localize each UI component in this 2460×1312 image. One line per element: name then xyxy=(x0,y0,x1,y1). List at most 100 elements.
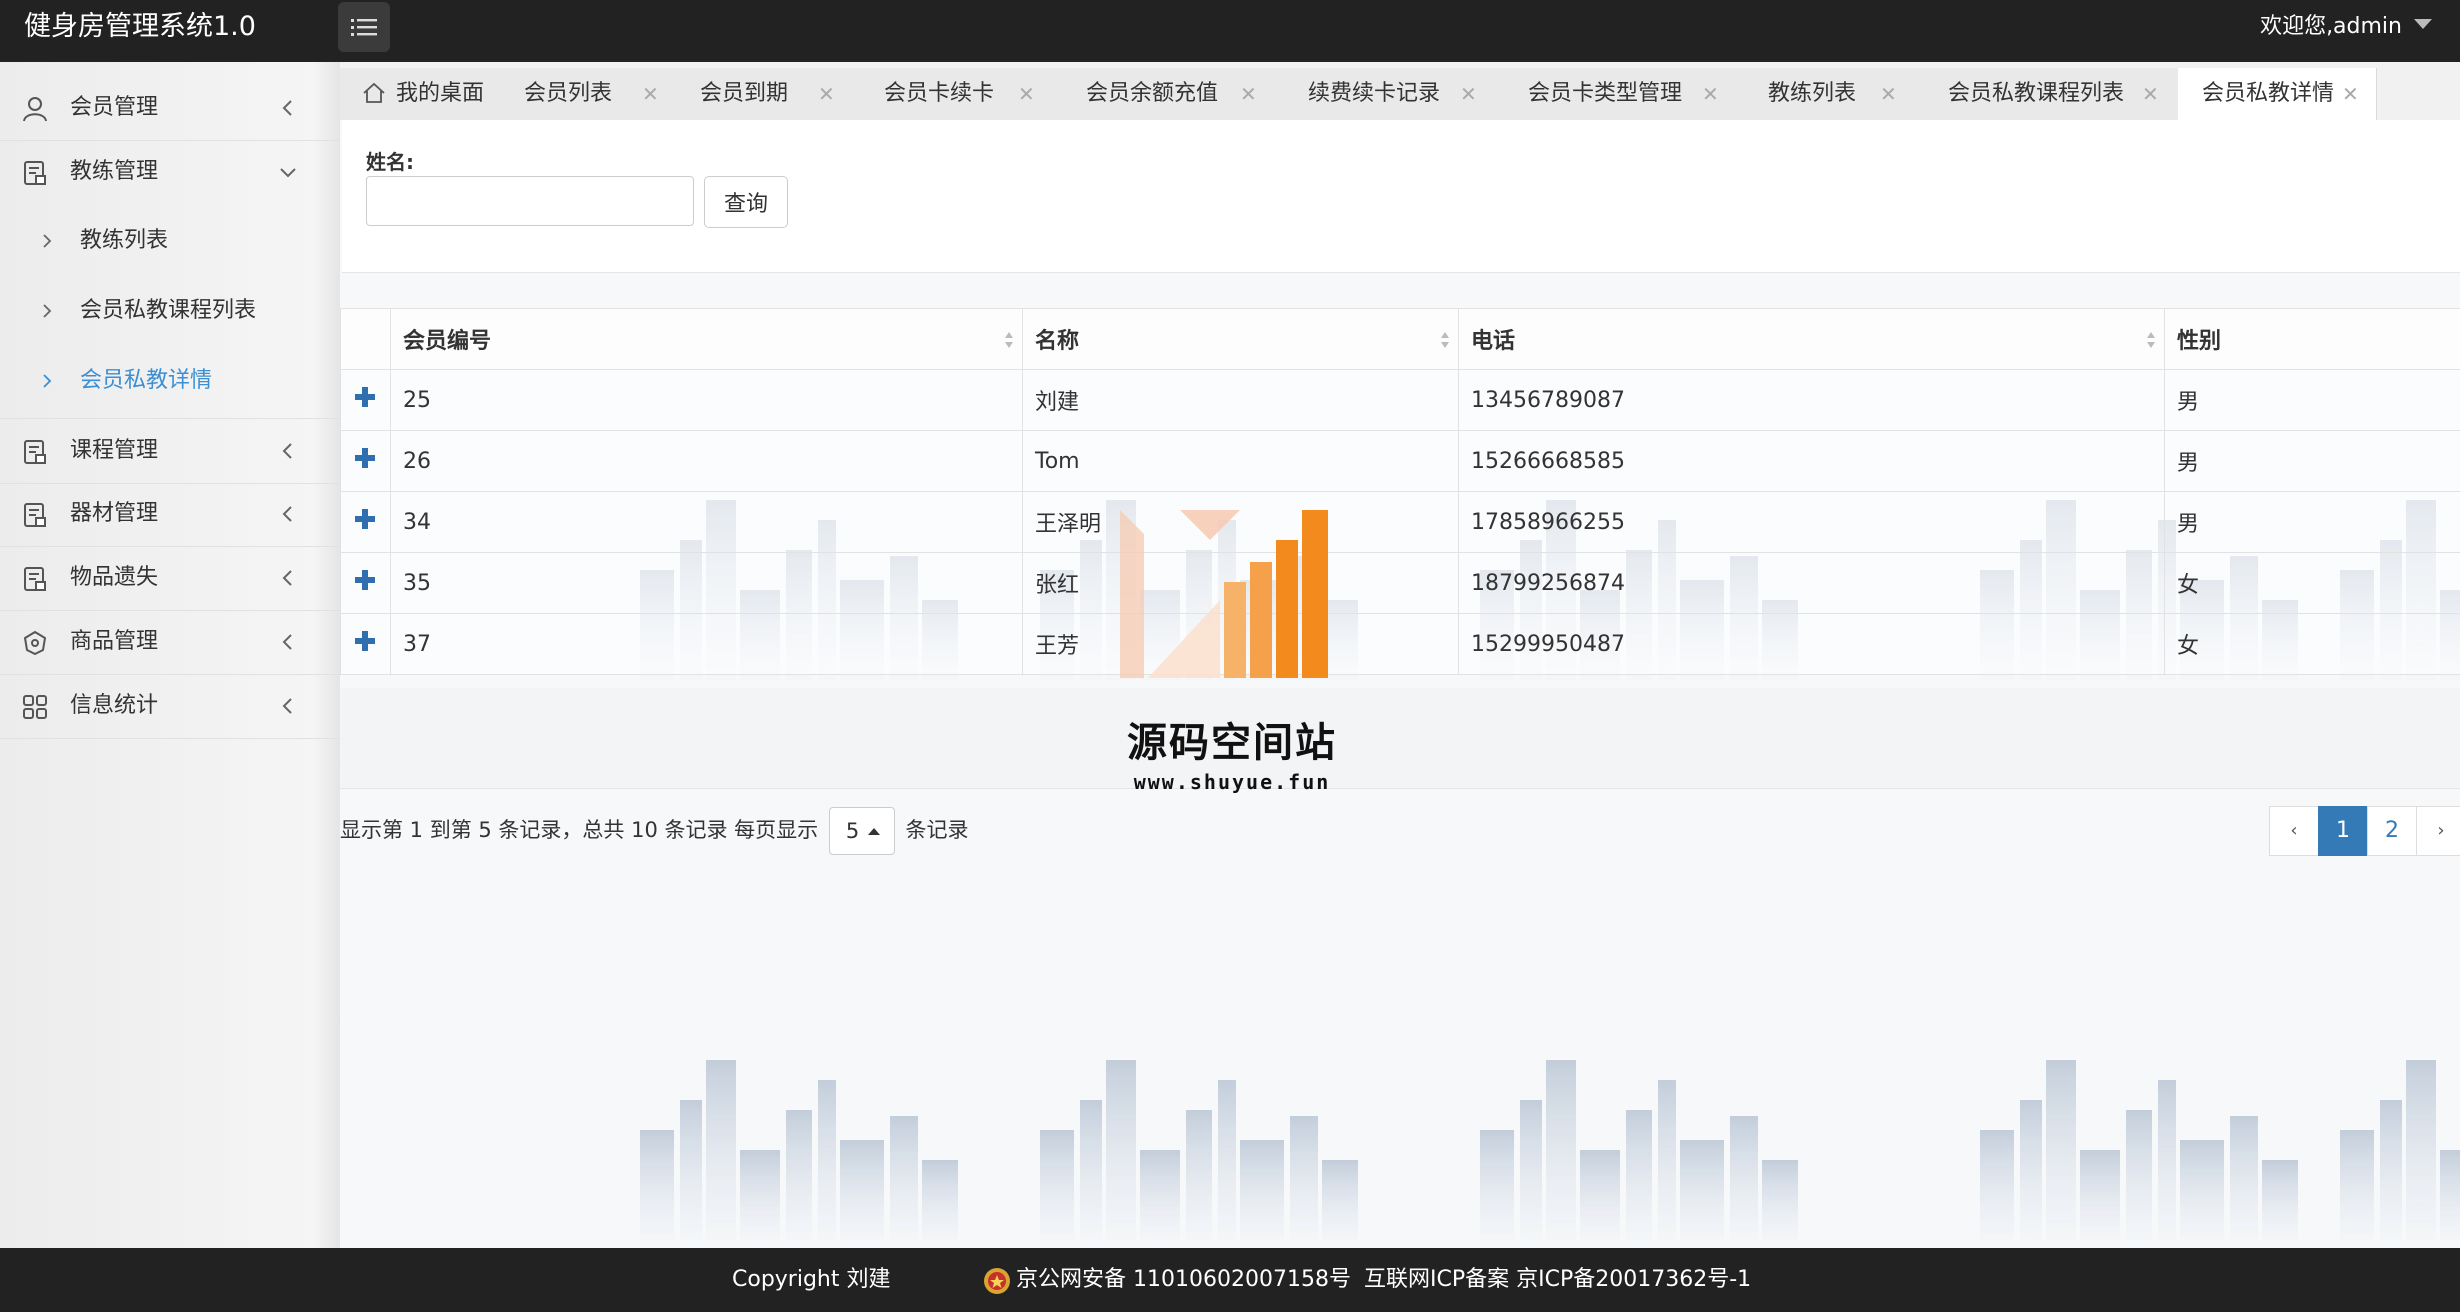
cell-gender: 男 xyxy=(2164,369,2460,431)
sidebar-subitem-label: 会员私教课程列表 xyxy=(80,298,257,323)
close-icon[interactable]: ✕ xyxy=(2142,68,2159,120)
sidebar-item-lost-items[interactable]: 物品遗失 xyxy=(0,546,340,611)
sort-icon xyxy=(1441,332,1449,348)
tab-balance-recharge[interactable]: 会员余额充值 ✕ xyxy=(1054,68,1275,120)
police-badge-icon xyxy=(984,1268,1010,1294)
chevron-left-icon xyxy=(282,100,292,116)
grid-icon xyxy=(23,695,47,719)
tab-card-renew[interactable]: 会员卡续卡 ✕ xyxy=(856,68,1055,120)
close-icon[interactable]: ✕ xyxy=(1018,68,1035,120)
sidebar-item-coach[interactable]: 教练管理 xyxy=(0,140,340,204)
table-row: 26 Tom 15266668585 男 xyxy=(340,430,2460,492)
cell-member-id: 37 xyxy=(390,613,1023,675)
home-icon xyxy=(363,82,385,103)
expand-row-button[interactable] xyxy=(340,430,391,492)
sidebar-item-label: 教练管理 xyxy=(70,159,159,184)
expand-column-header xyxy=(340,308,391,370)
sidebar-item-member[interactable]: 会员管理 xyxy=(0,76,340,141)
sidebar-subitem-private-course-list[interactable]: 会员私教课程列表 xyxy=(0,276,340,346)
main-content: 姓名: 查询 会员编号 名称 电话 性别 25 刘建 13456789087 男… xyxy=(340,120,2460,1248)
cell-gender: 男 xyxy=(2164,491,2460,553)
close-icon[interactable]: ✕ xyxy=(818,68,835,120)
sidebar-item-label: 器材管理 xyxy=(70,501,159,526)
tab-label: 会员余额充值 xyxy=(1086,81,1219,106)
menu-toggle-button[interactable] xyxy=(338,2,390,52)
watermark-logo xyxy=(1120,510,1328,678)
column-header-member-id[interactable]: 会员编号 xyxy=(390,308,1023,370)
expand-row-button[interactable] xyxy=(340,552,391,614)
page-size-select[interactable]: 5 xyxy=(828,807,895,855)
sidebar-subitem-private-detail[interactable]: 会员私教详情 xyxy=(0,346,340,416)
member-table: 会员编号 名称 电话 性别 25 刘建 13456789087 男 26 Tom… xyxy=(340,308,2460,675)
chevron-right-icon xyxy=(43,234,52,248)
cell-phone: 17858966255 xyxy=(1458,491,2165,553)
cell-name: Tom xyxy=(1022,430,1459,492)
sidebar-subitem-label: 教练列表 xyxy=(80,228,169,253)
sidebar-item-equipment[interactable]: 器材管理 xyxy=(0,482,340,547)
pagination-summary: 显示第 1 到第 5 条记录，总共 10 条记录 每页显示 xyxy=(340,818,819,842)
cell-phone: 15299950487 xyxy=(1458,613,2165,675)
close-icon[interactable]: ✕ xyxy=(1240,68,1257,120)
table-row: 35 张红 18799256874 女 xyxy=(340,552,2460,614)
name-search-input[interactable] xyxy=(366,176,694,226)
prev-page-button[interactable]: ‹ xyxy=(2269,806,2319,856)
column-header-gender[interactable]: 性别 xyxy=(2164,308,2460,370)
plus-icon xyxy=(355,387,375,407)
tab-private-detail[interactable]: 会员私教详情 ✕ xyxy=(2178,68,2377,120)
tab-private-course-list[interactable]: 会员私教课程列表 ✕ xyxy=(1914,68,2179,120)
page-1-button[interactable]: 1 xyxy=(2318,806,2368,856)
tab-member-list[interactable]: 会员列表 ✕ xyxy=(502,68,681,120)
tab-bar: 我的桌面 会员列表 ✕ 会员到期 ✕ 会员卡续卡 ✕ 会员余额充值 ✕ 续费续卡… xyxy=(340,62,2460,121)
pagination: ‹ 1 2 › xyxy=(2269,806,2460,856)
chevron-left-icon xyxy=(282,443,292,459)
tab-desktop[interactable]: 我的桌面 xyxy=(340,68,503,120)
caret-down-icon[interactable] xyxy=(2414,19,2432,29)
sort-icon xyxy=(1005,332,1013,348)
document-icon xyxy=(24,161,46,185)
close-icon[interactable]: ✕ xyxy=(1702,68,1719,120)
expand-row-button[interactable] xyxy=(340,613,391,675)
close-icon[interactable]: ✕ xyxy=(1880,68,1897,120)
document-icon xyxy=(24,440,46,464)
cell-phone: 15266668585 xyxy=(1458,430,2165,492)
sidebar-item-label: 商品管理 xyxy=(70,629,159,654)
table-header-row: 会员编号 名称 电话 性别 xyxy=(340,308,2460,370)
copyright-text: Copyright 刘建 xyxy=(732,1267,891,1292)
cell-gender: 女 xyxy=(2164,552,2460,614)
tab-member-expiry[interactable]: 会员到期 ✕ xyxy=(680,68,857,120)
close-icon[interactable]: ✕ xyxy=(642,68,659,120)
pagination-info: 显示第 1 到第 5 条记录，总共 10 条记录 每页显示 5 条记录 xyxy=(340,805,969,855)
close-icon[interactable]: ✕ xyxy=(2342,68,2359,120)
sidebar-subitem-coach-list[interactable]: 教练列表 xyxy=(0,206,340,276)
next-page-button[interactable]: › xyxy=(2416,806,2460,856)
background-cityscape xyxy=(640,500,2460,1240)
user-menu[interactable]: 欢迎您,admin xyxy=(2260,0,2402,54)
sidebar-item-label: 课程管理 xyxy=(70,438,159,463)
page-2-button[interactable]: 2 xyxy=(2367,806,2417,856)
member-table-container: 会员编号 名称 电话 性别 25 刘建 13456789087 男 26 Tom… xyxy=(340,308,2460,675)
sidebar-item-statistics[interactable]: 信息统计 xyxy=(0,674,340,739)
chevron-down-icon xyxy=(280,168,296,178)
document-icon xyxy=(24,503,46,527)
cell-gender: 男 xyxy=(2164,430,2460,492)
tab-coach-list[interactable]: 教练列表 ✕ xyxy=(1736,68,1915,120)
public-security-record-link[interactable]: 京公网安备 11010602007158号 xyxy=(1016,1248,1351,1312)
user-icon xyxy=(23,97,47,122)
close-icon[interactable]: ✕ xyxy=(1460,68,1477,120)
sidebar-item-goods[interactable]: 商品管理 xyxy=(0,610,340,675)
tab-label: 会员到期 xyxy=(700,81,789,106)
sidebar-item-course[interactable]: 课程管理 xyxy=(0,418,340,484)
icp-record-link[interactable]: 互联网ICP备案 京ICP备20017362号-1 xyxy=(1364,1248,1751,1312)
tab-card-types[interactable]: 会员卡类型管理 ✕ xyxy=(1496,68,1737,120)
tab-renew-records[interactable]: 续费续卡记录 ✕ xyxy=(1274,68,1497,120)
plus-icon xyxy=(355,570,375,590)
table-row: 34 王泽明 17858966255 男 xyxy=(340,491,2460,553)
column-header-phone[interactable]: 电话 xyxy=(1458,308,2165,370)
query-button[interactable]: 查询 xyxy=(704,176,788,228)
cell-member-id: 25 xyxy=(390,369,1023,431)
expand-row-button[interactable] xyxy=(340,369,391,431)
sidebar-item-label: 信息统计 xyxy=(70,693,159,718)
expand-row-button[interactable] xyxy=(340,491,391,553)
tab-label: 续费续卡记录 xyxy=(1308,81,1441,106)
column-header-name[interactable]: 名称 xyxy=(1022,308,1459,370)
